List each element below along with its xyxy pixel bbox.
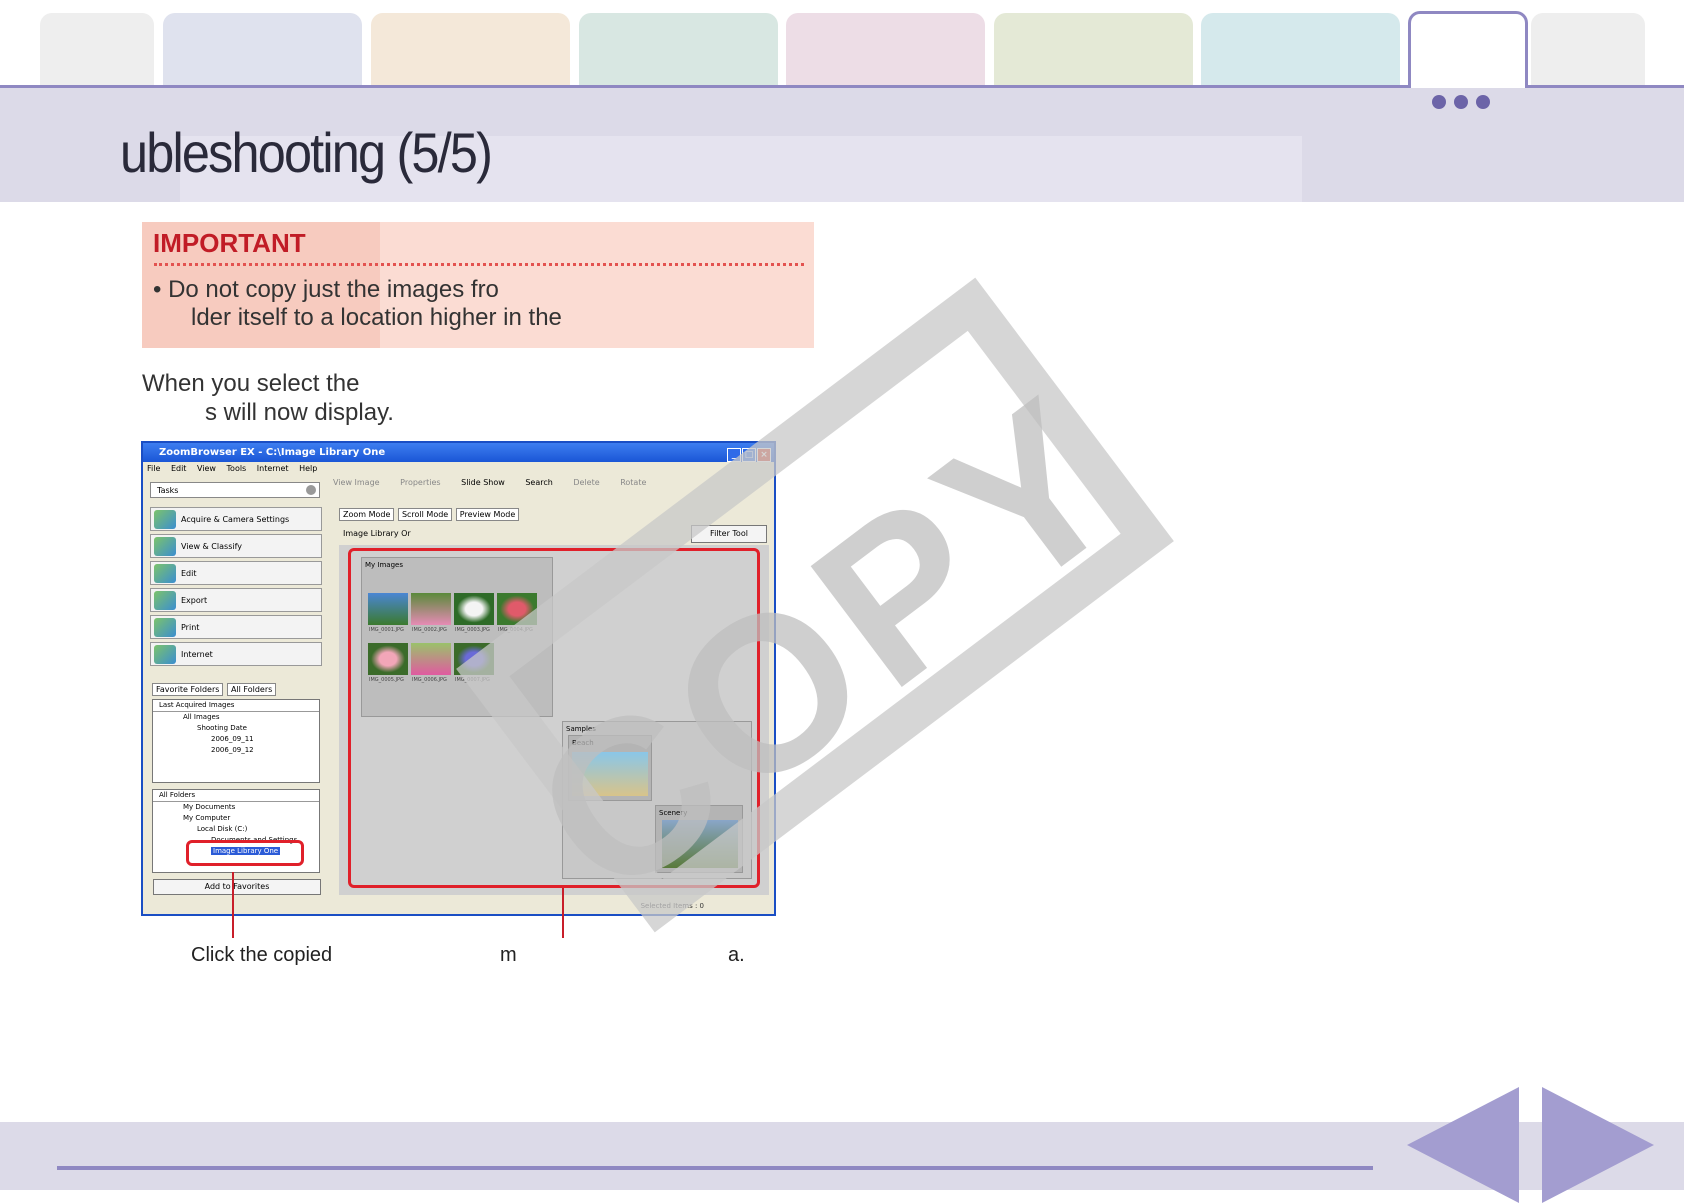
camera-icon [154, 510, 176, 529]
chapter-tab-5[interactable] [786, 13, 985, 85]
chapter-tab-1[interactable] [40, 13, 154, 85]
folder-tabs: Favorite Folders All Folders [152, 683, 277, 696]
folder-icon [154, 537, 176, 556]
tab-favorite-folders[interactable]: Favorite Folders [152, 683, 224, 696]
chapter-tab-active[interactable] [1408, 11, 1528, 88]
task-print-button[interactable]: Print [150, 615, 322, 639]
menu-edit[interactable]: Edit [171, 464, 187, 473]
next-page-icon[interactable] [1542, 1087, 1654, 1203]
tree-item-local-disk[interactable]: Local Disk (C:) [153, 824, 319, 835]
task-internet-button[interactable]: Internet [150, 642, 322, 666]
tab-all-folders[interactable]: All Folders [226, 683, 277, 696]
window-title: ZoomBrowser EX - C:\Image Library One [159, 447, 386, 458]
important-line-2: lder itself to a location higher in the [191, 304, 562, 331]
caption-middle: m [500, 944, 517, 966]
task-label: Export [181, 596, 208, 605]
tree-item-all-images[interactable]: All Images [153, 712, 319, 723]
task-view-button[interactable]: View & Classify [150, 534, 322, 558]
edit-icon [154, 564, 176, 583]
menu-help[interactable]: Help [299, 464, 317, 473]
mode-tabs: Zoom Mode Scroll Mode Preview Mode [339, 508, 520, 521]
slide-show-button[interactable]: Slide Show [461, 478, 505, 487]
callout-line-left [232, 872, 234, 938]
task-label: View & Classify [181, 542, 242, 551]
tree-item-date-2[interactable]: 2006_09_12 [153, 745, 319, 756]
export-icon [154, 591, 176, 610]
task-label: Acquire & Camera Settings [181, 515, 290, 524]
task-label: Internet [181, 650, 213, 659]
chapter-tab-7[interactable] [1201, 13, 1400, 85]
tab-scroll-mode[interactable]: Scroll Mode [397, 508, 453, 521]
tab-preview-mode[interactable]: Preview Mode [455, 508, 520, 521]
chapter-tab-6[interactable] [994, 13, 1193, 85]
panel-heading: Last Acquired Images [153, 700, 319, 712]
add-to-favorites-button[interactable]: Add to Favorites [153, 879, 321, 895]
important-box: IMPORTANT • Do not copy just the images … [142, 222, 814, 348]
page-title: ubleshooting (5/5) [120, 121, 493, 184]
globe-icon [154, 645, 176, 664]
rotate-button[interactable]: Rotate [620, 478, 646, 487]
chapter-tab-9[interactable] [1531, 13, 1645, 85]
important-line-1: • Do not copy just the images fro [153, 276, 499, 303]
chapter-tab-4[interactable] [579, 13, 778, 85]
caption-right: a. [728, 944, 745, 966]
body-line-1: When you select the [142, 370, 360, 397]
folder-highlight-frame [186, 840, 304, 866]
menu-view[interactable]: View [197, 464, 216, 473]
collapse-icon[interactable] [306, 485, 316, 495]
menu-file[interactable]: File [147, 464, 160, 473]
more-icon [1432, 94, 1498, 113]
chapter-tab-3[interactable] [371, 13, 570, 85]
tasks-label: Tasks [157, 486, 179, 495]
panel-heading: All Folders [153, 790, 319, 802]
task-acquire-button[interactable]: Acquire & Camera Settings [150, 507, 322, 531]
important-heading: IMPORTANT [153, 228, 306, 258]
delete-button[interactable]: Delete [573, 478, 599, 487]
tree-item-my-documents[interactable]: My Documents [153, 802, 319, 813]
tree-item-my-computer[interactable]: My Computer [153, 813, 319, 824]
main-toolbar: View Image Properties Slide Show Search … [333, 478, 664, 487]
last-acquired-panel: Last Acquired Images All Images Shooting… [152, 699, 320, 783]
view-image-button[interactable]: View Image [333, 478, 380, 487]
properties-button[interactable]: Properties [400, 478, 440, 487]
previous-page-icon[interactable] [1407, 1087, 1519, 1203]
task-export-button[interactable]: Export [150, 588, 322, 612]
menu-bar: File Edit View Tools Internet Help [147, 464, 325, 473]
callout-line-right [562, 888, 564, 938]
tasks-dropdown[interactable]: Tasks [150, 482, 320, 498]
menu-tools[interactable]: Tools [227, 464, 247, 473]
dotted-divider [154, 263, 804, 266]
search-button[interactable]: Search [525, 478, 552, 487]
chapter-tab-2[interactable] [163, 13, 362, 85]
printer-icon [154, 618, 176, 637]
task-label: Edit [181, 569, 197, 578]
task-label: Print [181, 623, 200, 632]
path-label: Image Library Or [343, 529, 411, 538]
tab-zoom-mode[interactable]: Zoom Mode [339, 508, 395, 521]
menu-internet[interactable]: Internet [257, 464, 289, 473]
window-titlebar: ZoomBrowser EX - C:\Image Library One _ □… [143, 443, 774, 462]
body-line-2: s will now display. [205, 399, 394, 426]
task-edit-button[interactable]: Edit [150, 561, 322, 585]
footer-line [57, 1166, 1373, 1170]
tree-item-shooting-date[interactable]: Shooting Date [153, 723, 319, 734]
caption-left: Click the copied [191, 944, 333, 966]
tree-item-date-1[interactable]: 2006_09_11 [153, 734, 319, 745]
